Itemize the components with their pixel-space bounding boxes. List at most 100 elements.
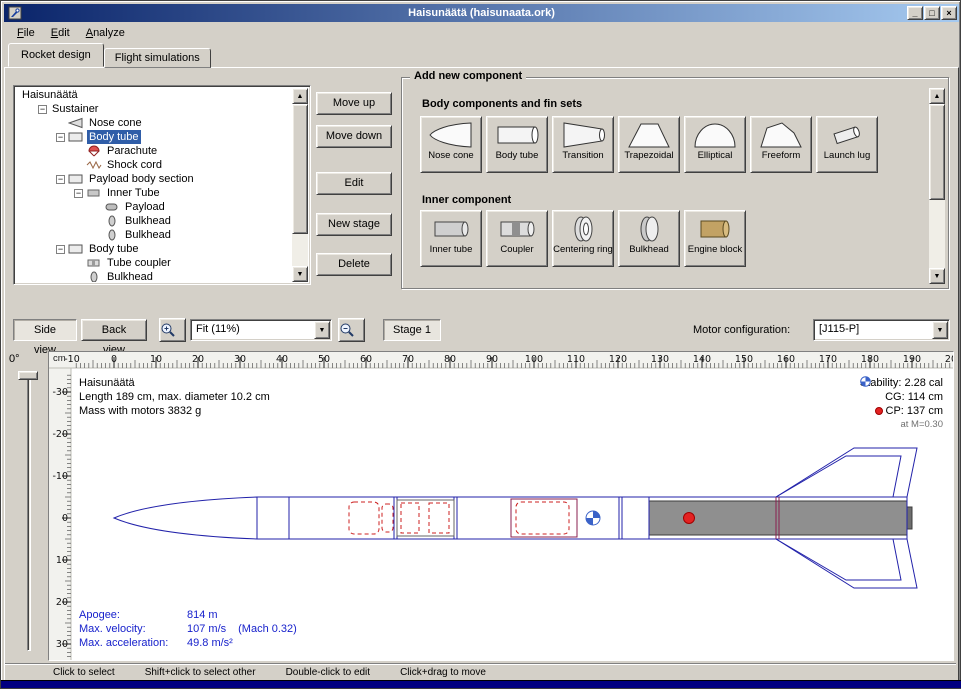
motor-configuration-combo[interactable]: [J115-P] ▼ [813,319,950,341]
back-view-button[interactable]: Back view [81,319,147,341]
tree-item-inner-tube[interactable]: −Inner Tube [16,186,292,200]
svg-text:10: 10 [150,354,162,365]
rocket-dimensions: Length 189 cm, max. diameter 10.2 cm [79,390,270,404]
minimize-icon[interactable]: _ [907,6,923,20]
new-stage-button[interactable]: New stage [316,213,392,236]
scrollbar-thumb[interactable] [292,104,308,234]
tab-flight-simulations[interactable]: Flight simulations [104,48,211,68]
rotation-slider-track[interactable] [27,373,31,651]
zoom-combo[interactable]: Fit (11%) ▼ [190,319,332,341]
close-icon[interactable]: × [941,6,957,20]
add-component-group: Add new component Body components and fi… [401,77,949,289]
scroll-up-icon[interactable]: ▲ [292,88,308,104]
tree-item-body-tube-2[interactable]: −Body tube [16,242,292,256]
tree-item-parachute[interactable]: Parachute [16,144,292,158]
cp-value: 137 cm [907,405,943,417]
add-bulkhead-button[interactable]: Bulkhead [618,210,680,267]
add-centering-ring-button[interactable]: Centering ring [552,210,614,267]
centering-ring-icon [560,214,606,244]
svg-text:0: 0 [62,513,68,524]
hint-double-click: Double-click to edit [286,667,370,678]
tree-item-bulkhead-3[interactable]: Bulkhead [16,270,292,282]
svg-text:160: 160 [777,354,795,365]
menu-edit[interactable]: Edit [43,24,78,42]
rotation-slider-thumb[interactable] [18,371,38,380]
innertube-icon [428,214,474,244]
svg-text:130: 130 [651,354,669,365]
add-trapezoidal-fin-button[interactable]: Trapezoidal [618,116,680,173]
zoom-in-button[interactable] [159,318,186,342]
svg-text:150: 150 [735,354,753,365]
app-icon[interactable] [8,6,22,20]
tree-item-payload[interactable]: Payload [16,200,292,214]
tree-item-sustainer[interactable]: −Sustainer [16,102,292,116]
add-launch-lug-button[interactable]: Launch lug [816,116,878,173]
delete-button[interactable]: Delete [316,253,392,276]
side-view-button[interactable]: Side view [13,319,77,341]
svg-text:70: 70 [402,354,414,365]
zoom-in-icon [160,329,176,341]
edit-button[interactable]: Edit [316,172,392,195]
title-bar[interactable]: Haisunäätä (haisunaata.ork) _ □ × [4,4,959,22]
scroll-up-icon[interactable]: ▲ [929,88,945,104]
stability-value: 2.28 cal [904,377,943,389]
tree-item-tube-coupler[interactable]: Tube coupler [16,256,292,270]
add-engine-block-button[interactable]: Engine block [684,210,746,267]
group-title: Add new component [410,70,526,82]
collapse-icon[interactable]: − [56,133,65,142]
coupler-icon [494,214,540,244]
tab-rocket-design[interactable]: Rocket design [8,43,104,67]
parachute-outline [349,502,379,534]
add-coupler-button[interactable]: Coupler [486,210,548,267]
tree-item-bulkhead[interactable]: Bulkhead [16,214,292,228]
component-panel-scrollbar[interactable]: ▲ ▼ [929,88,945,284]
zoom-out-button[interactable] [338,318,365,342]
rocket-diagram-canvas[interactable]: -100102030405060708090100110120130140150… [48,351,954,661]
add-inner-tube-button[interactable]: Inner tube [420,210,482,267]
add-elliptical-fin-button[interactable]: Elliptical [684,116,746,173]
inner-tube-outline [397,500,454,536]
mach-note: at M=0.30 [860,418,943,432]
tree-item-rocket-root[interactable]: Haisunäätä [16,88,292,102]
component-tree: Haisunäätä −Sustainer Nose cone −Body tu… [13,85,311,285]
scrollbar-thumb[interactable] [929,104,945,200]
scroll-down-icon[interactable]: ▼ [292,266,308,282]
hint-shift-click: Shift+click to select other [145,667,256,678]
scroll-down-icon[interactable]: ▼ [929,268,945,284]
status-bar: Click to select Shift+click to select ot… [5,663,956,681]
add-transition-button[interactable]: Transition [552,116,614,173]
collapse-icon[interactable]: − [74,189,83,198]
bulkhead-outline [429,503,449,533]
svg-text:140: 140 [693,354,711,365]
add-nose-cone-button[interactable]: Nose cone [420,116,482,173]
add-body-tube-button[interactable]: Body tube [486,116,548,173]
svg-text:-30: -30 [52,387,68,398]
innertube-icon [86,187,102,199]
add-freeform-fin-button[interactable]: Freeform [750,116,812,173]
collapse-icon[interactable]: − [56,245,65,254]
apogee-value: 814 m [187,609,218,621]
tree-item-payload-body-section[interactable]: −Payload body section [16,172,292,186]
menu-analyze[interactable]: Analyze [78,24,133,42]
chevron-down-icon[interactable]: ▼ [314,321,330,339]
svg-text:40: 40 [276,354,288,365]
tree-item-nose-cone[interactable]: Nose cone [16,116,292,130]
tree-scrollbar[interactable]: ▲ ▼ [292,88,308,282]
max-velocity-label: Max. velocity: [79,622,187,636]
svg-text:200: 200 [945,354,954,365]
menu-file[interactable]: File [9,24,43,42]
collapse-icon[interactable]: − [38,105,47,114]
tree-item-body-tube[interactable]: −Body tube [16,130,292,144]
svg-text:20: 20 [192,354,204,365]
body-components-label: Body components and fin sets [422,98,582,110]
collapse-icon[interactable]: − [56,175,65,184]
tree-item-bulkhead[interactable]: Bulkhead [16,228,292,242]
move-down-button[interactable]: Move down [316,125,392,148]
flight-info-block: Apogee:814 m Max. velocity:107 m/s(Mach … [79,608,297,650]
tree-item-shock-cord[interactable]: Shock cord [16,158,292,172]
maximize-icon[interactable]: □ [924,6,940,20]
chevron-down-icon[interactable]: ▼ [932,321,948,339]
payload-icon [104,201,120,213]
move-up-button[interactable]: Move up [316,92,392,115]
stage-1-toggle[interactable]: Stage 1 [383,319,441,341]
